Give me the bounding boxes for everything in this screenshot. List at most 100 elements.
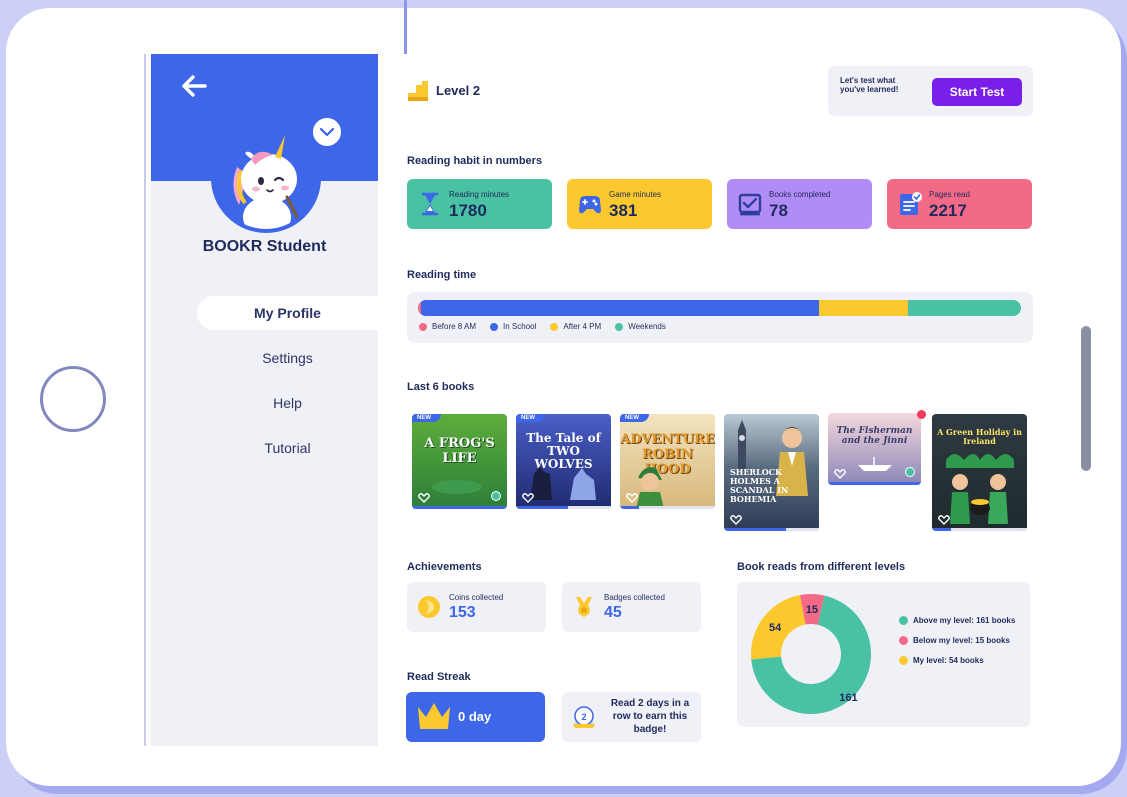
- coins-value: 153: [449, 604, 476, 621]
- stat-card-reading-minutes: Reading minutes 1780: [407, 179, 552, 229]
- legend-below-my-level: Below my level: 15 books: [899, 630, 1015, 650]
- notification-dot: [917, 410, 926, 419]
- book-title: A FROG'S LIFE: [424, 436, 495, 466]
- big-ben-icon: [738, 420, 746, 470]
- new-badge: NEW: [412, 414, 441, 422]
- heart-icon[interactable]: [418, 493, 430, 503]
- level-label: Level 2: [436, 83, 481, 98]
- book-progress-fill: [932, 528, 951, 531]
- checkbox-icon: [738, 193, 762, 216]
- reading-time-legend: Before 8 AM In School After 4 PM Weekend…: [419, 322, 680, 331]
- stat-label: Pages read: [929, 190, 970, 199]
- avatar-dropdown-button[interactable]: [311, 116, 343, 148]
- app-window: BOOKR Student My Profile Settings Help T…: [144, 54, 1066, 746]
- sidebar-item-tutorial[interactable]: Tutorial: [197, 431, 378, 465]
- heart-icon[interactable]: [626, 493, 638, 503]
- stat-value: 1780: [449, 201, 487, 220]
- test-prompt-box: Let's test what you've learned! Start Te…: [828, 66, 1033, 116]
- scrollbar-thumb[interactable]: [1081, 326, 1091, 471]
- sidebar-item-settings[interactable]: Settings: [197, 341, 378, 375]
- book-progress-track: [828, 482, 921, 485]
- lily-pad-shape: [432, 480, 482, 494]
- streak-badge-number: 2: [581, 712, 586, 722]
- reading-time-panel: Before 8 AM In School After 4 PM Weekend…: [407, 292, 1033, 343]
- wolf-silhouette-icon: [530, 466, 596, 500]
- donut-label-below-my-level: 15: [806, 604, 818, 616]
- crown-icon: [418, 703, 450, 729]
- home-button[interactable]: [40, 366, 106, 432]
- stat-card-books-completed: Books completed 78: [727, 179, 872, 229]
- book-progress-track: [412, 506, 507, 509]
- book-card-green-holiday[interactable]: A Green Holiday in Ireland: [932, 414, 1027, 531]
- coin-icon: [418, 596, 440, 618]
- window-left-border: [144, 54, 146, 746]
- streak-value: 0 day: [458, 709, 492, 724]
- heart-icon[interactable]: [522, 493, 534, 503]
- habit-section-title: Reading habit in numbers: [407, 155, 543, 167]
- stat-label: Books completed: [769, 190, 831, 199]
- book-progress-track: [620, 506, 715, 509]
- donut-label-above-my-level: 161: [839, 692, 857, 704]
- stat-card-game-minutes: Game minutes 381: [567, 179, 712, 229]
- book-progress-fill: [828, 482, 921, 485]
- achievements-title: Achievements: [407, 561, 482, 573]
- heart-icon[interactable]: [730, 515, 742, 525]
- gamepad-icon: [579, 196, 601, 214]
- sidebar: BOOKR Student My Profile Settings Help T…: [151, 54, 378, 746]
- avatar[interactable]: [211, 123, 321, 233]
- reading-time-segment-after-4pm: [818, 300, 908, 316]
- chevron-down-icon: [320, 127, 334, 136]
- book-card-frogs-life[interactable]: A FROG'S LIFE NEW: [412, 414, 507, 509]
- book-card-two-wolves[interactable]: The Tale of TWO WOLVES NEW: [516, 414, 611, 509]
- completed-check-icon: [491, 491, 501, 501]
- streak-badge-icon: 2: [573, 706, 595, 728]
- new-badge: NEW: [620, 414, 649, 422]
- test-prompt-text: Let's test what you've learned!: [840, 76, 899, 94]
- leprechaun-figures-icon: [946, 454, 1014, 524]
- heart-icon[interactable]: [834, 469, 846, 479]
- sidebar-item-help[interactable]: Help: [197, 386, 378, 420]
- student-name: BOOKR Student: [202, 238, 327, 255]
- stat-value: 78: [769, 201, 788, 220]
- legend-entry-in-school: In School: [490, 322, 536, 331]
- legend-my-level: My level: 54 books: [899, 650, 1015, 670]
- read-streak-card: 0 day: [406, 692, 545, 742]
- start-test-button[interactable]: Start Test: [932, 78, 1022, 106]
- read-streak-title: Read Streak: [407, 671, 471, 683]
- legend-entry-weekends: Weekends: [615, 322, 666, 331]
- hourglass-icon: [421, 192, 439, 216]
- book-levels-title: Book reads from different levels: [737, 561, 906, 573]
- badges-value: 45: [604, 604, 622, 621]
- profile-main: Level 2 Let's test what you've learned! …: [378, 54, 1066, 746]
- badges-collected-card: Badges collected 45: [562, 582, 701, 632]
- document-icon: [900, 192, 922, 215]
- legend-entry-after-4pm: After 4 PM: [550, 322, 601, 331]
- book-progress-fill: [412, 506, 507, 509]
- stat-value: 381: [609, 201, 638, 220]
- book-progress-fill: [620, 506, 639, 509]
- book-title: SHERLOCK HOLMES A SCANDAL IN BOHEMIA: [730, 467, 789, 504]
- streak-hint-text: Read 2 days in a row to earn this badge!: [610, 698, 690, 735]
- stat-label: Reading minutes: [449, 190, 510, 199]
- level-stairs-icon: [408, 81, 428, 101]
- book-card-fisherman-jinni[interactable]: The Fisherman and the Jinni: [828, 413, 921, 485]
- coins-label: Coins collected: [449, 593, 504, 602]
- badges-label: Badges collected: [604, 593, 665, 602]
- book-progress-fill: [516, 506, 569, 509]
- stat-label: Game minutes: [609, 190, 662, 199]
- sidebar-item-my-profile[interactable]: My Profile: [197, 296, 378, 330]
- book-card-sherlock-holmes[interactable]: SHERLOCK HOLMES A SCANDAL IN BOHEMIA: [724, 414, 819, 531]
- book-progress-track: [724, 528, 819, 531]
- pointer-arrow-line: [404, 0, 407, 58]
- book-progress-track: [932, 528, 1027, 531]
- back-arrow-icon[interactable]: [179, 74, 209, 98]
- book-levels-donut-chart: 161 54 15: [751, 594, 871, 714]
- legend-above-my-level: Above my level: 161 books: [899, 610, 1015, 630]
- book-levels-panel: 161 54 15 Above my level: 161 books Below …: [737, 582, 1030, 727]
- heart-icon[interactable]: [938, 515, 950, 525]
- book-card-robin-hood[interactable]: ADVENTURE ROBIN HOOD NEW: [620, 414, 715, 509]
- reading-time-bar: [418, 300, 1021, 316]
- unicorn-avatar-icon: [215, 127, 317, 229]
- streak-badge-hint: 2 Read 2 days in a row to earn this badg…: [562, 692, 701, 742]
- book-progress-fill: [724, 528, 786, 531]
